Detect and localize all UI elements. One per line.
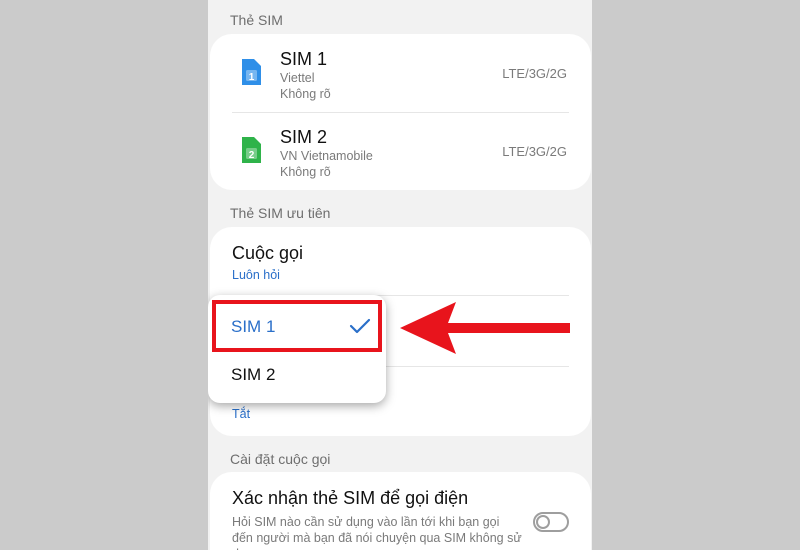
sim-card-icon: 1	[242, 59, 261, 85]
toggle-knob	[536, 515, 550, 529]
preferred-sim-header: Thẻ SIM ưu tiên	[230, 205, 331, 221]
confirm-sim-toggle[interactable]	[533, 512, 569, 532]
settings-screen: Thẻ SIM 1 SIM 1 Viettel Không rõ LTE/3G/…	[208, 0, 592, 550]
sim-card-icon: 2	[242, 137, 261, 163]
sim-cards-card: 1 SIM 1 Viettel Không rõ LTE/3G/2G 2 SIM…	[210, 34, 591, 190]
call-settings-header: Cài đặt cuộc gọi	[230, 451, 331, 467]
calls-title: Cuộc gọi	[232, 243, 304, 263]
confirm-sim-row[interactable]: Xác nhận thẻ SIM để gọi điện Hỏi SIM nào…	[210, 472, 591, 550]
sim-2-row[interactable]: 2 SIM 2 VN Vietnamobile Không rõ LTE/3G/…	[210, 112, 591, 190]
hidden-setting-value: Tắt	[232, 407, 251, 421]
call-settings-card: Xác nhận thẻ SIM để gọi điện Hỏi SIM nào…	[210, 472, 591, 550]
sim-1-row[interactable]: 1 SIM 1 Viettel Không rõ LTE/3G/2G	[210, 34, 591, 112]
sim-badge-number: 2	[249, 150, 255, 161]
sim-name: SIM 1	[280, 49, 328, 69]
sim-network: LTE/3G/2G	[502, 144, 567, 159]
sim-number: Không rõ	[280, 87, 331, 101]
sim-network: LTE/3G/2G	[502, 66, 567, 81]
highlight-box	[212, 300, 382, 352]
sim-badge-number: 1	[249, 72, 255, 83]
red-arrow-icon	[400, 302, 570, 354]
confirm-sim-title: Xác nhận thẻ SIM để gọi điện	[232, 488, 469, 508]
popup-option-label: SIM 2	[231, 365, 276, 384]
calls-value: Luôn hỏi	[232, 268, 280, 282]
sim-carrier: Viettel	[280, 71, 315, 85]
sim-cards-header: Thẻ SIM	[230, 12, 283, 28]
confirm-sim-description: Hỏi SIM nào cần sử dụng vào lần tới khi …	[232, 515, 522, 550]
popup-option-sim-2[interactable]: SIM 2	[208, 351, 386, 403]
calls-setting-row[interactable]: Cuộc gọi Luôn hỏi	[210, 227, 591, 295]
sim-name: SIM 2	[280, 127, 328, 147]
sim-carrier: VN Vietnamobile	[280, 149, 373, 163]
sim-number: Không rõ	[280, 165, 331, 179]
